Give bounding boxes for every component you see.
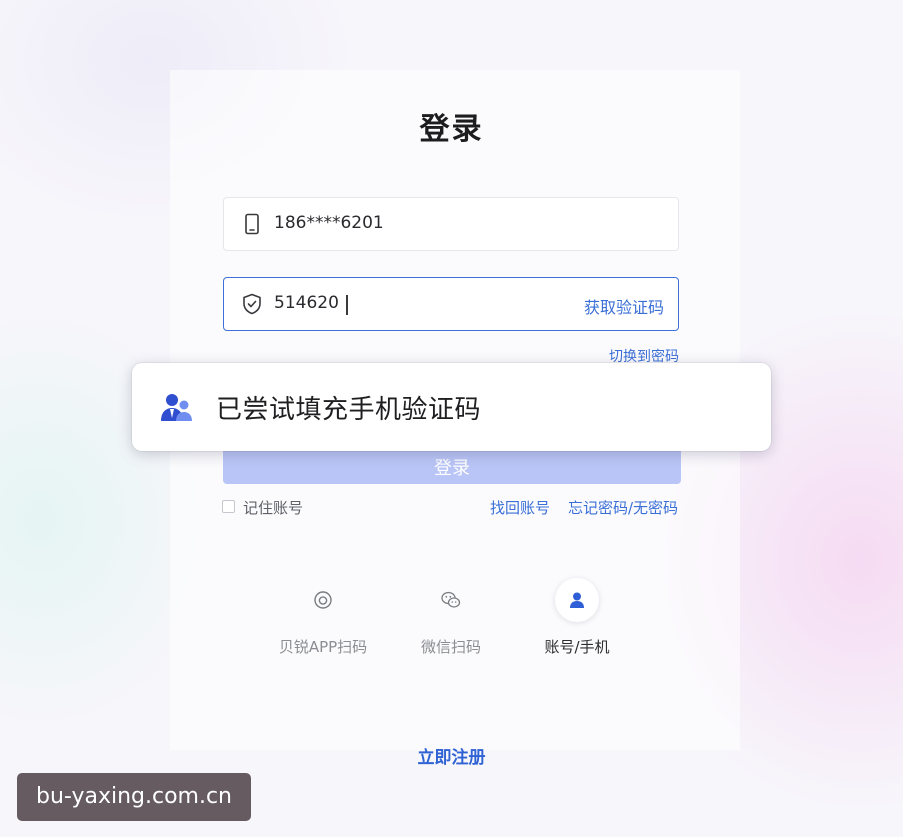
- method-icon-container: [429, 578, 473, 622]
- remember-label: 记住账号: [243, 499, 304, 517]
- user-icon: [570, 592, 584, 608]
- method-icon-container: [301, 578, 345, 622]
- watermark: bu-yaxing.com.cn: [17, 773, 251, 821]
- shield-check-icon: [243, 293, 261, 315]
- phone-input-value: 186****6201: [274, 213, 384, 233]
- wechat-icon: [441, 591, 461, 608]
- page-title: 登录: [419, 112, 484, 147]
- register-link[interactable]: 立即注册: [0, 743, 903, 768]
- find-account-link[interactable]: 找回账号: [490, 497, 550, 518]
- phone-icon: [245, 213, 259, 235]
- method-label: 账号/手机: [544, 638, 610, 656]
- phone-field[interactable]: 186****6201: [223, 197, 679, 251]
- text-caret: [346, 295, 348, 315]
- method-wechat-scan[interactable]: 微信扫码: [391, 578, 511, 657]
- get-code-button[interactable]: 获取验证码: [584, 294, 664, 318]
- toast-message: 已尝试填充手机验证码: [216, 395, 482, 425]
- app-scan-icon: [314, 591, 332, 609]
- method-account-phone[interactable]: 账号/手机: [517, 578, 637, 657]
- method-icon-container: [555, 578, 599, 622]
- verification-code-field[interactable]: 514620 获取验证码: [223, 277, 679, 331]
- user-autofill-icon: [161, 394, 192, 421]
- verification-code-value: 514620: [274, 293, 339, 313]
- remember-checkbox[interactable]: [222, 500, 235, 513]
- method-label: 微信扫码: [420, 638, 481, 656]
- autofill-toast: 已尝试填充手机验证码: [132, 363, 771, 451]
- forgot-password-link[interactable]: 忘记密码/无密码: [568, 497, 678, 518]
- method-app-scan[interactable]: 贝锐APP扫码: [263, 578, 383, 657]
- method-label: 贝锐APP扫码: [278, 638, 368, 656]
